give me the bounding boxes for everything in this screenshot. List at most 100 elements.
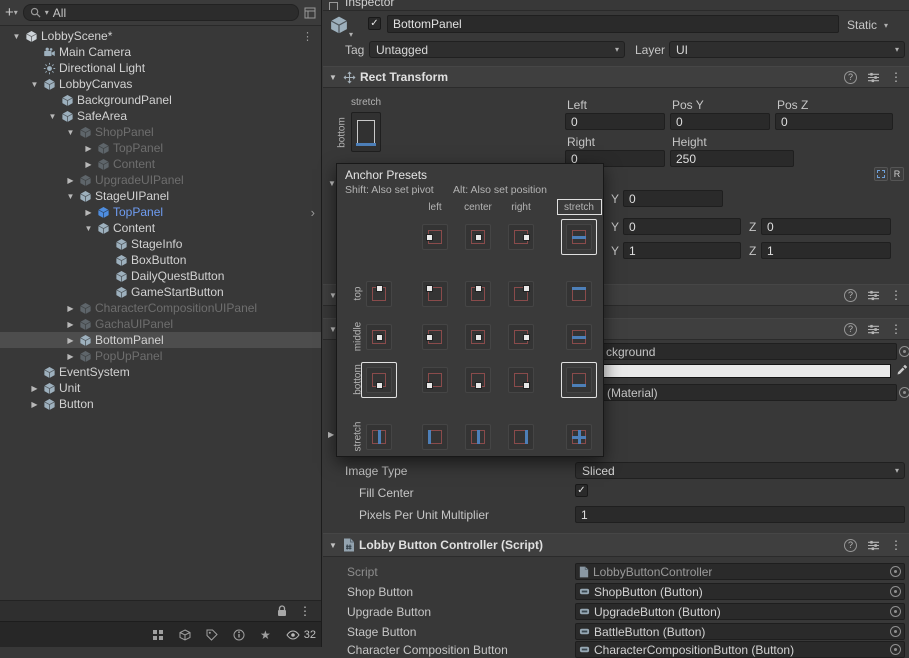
lobby-button-controller-header[interactable]: ▼ Lobby Button Controller (Script) ? ⋮ [323,533,909,557]
anchor-preset-none-left[interactable] [422,224,448,250]
tree-item-upgradeuipanel[interactable]: ▶ UpgradeUIPanel [0,172,321,188]
anchor-preset-none-right[interactable] [508,224,534,250]
foldout-expanded-icon[interactable]: ▼ [64,192,77,201]
anchor-preset-middle-center[interactable] [465,324,491,350]
tree-item-toppanel[interactable]: ▶ TopPanel › [0,204,321,220]
tag-icon[interactable] [206,629,218,641]
presets-icon[interactable] [867,540,880,551]
stage-button-object-field[interactable]: BattleButton (Button) [575,623,905,640]
anchor-preset-bottom-stretch[interactable] [566,367,592,393]
tree-item-gachauipanel[interactable]: ▶ GachaUIPanel [0,316,321,332]
ppu-field[interactable]: 1 [575,506,905,523]
scene-visibility-count[interactable]: 32 [286,629,316,641]
info-icon[interactable] [233,629,245,641]
foldout-collapsed-icon[interactable]: ▶ [82,144,95,153]
foldout-expanded-icon[interactable]: ▼ [82,224,95,233]
tree-item-gamestartbutton[interactable]: GameStartButton [0,284,321,300]
tree-item-bottompanel[interactable]: ▶ BottomPanel [0,332,321,348]
tree-item-directional-light[interactable]: Directional Light [0,60,321,76]
kebab-icon[interactable]: ⋮ [890,288,902,302]
foldout-expanded-icon[interactable]: ▼ [329,73,343,82]
scene-visibility-window-icon[interactable] [304,7,316,19]
hidden-foldout-icon[interactable]: ▶ [328,430,334,439]
static-caret-icon[interactable]: ▾ [884,21,888,30]
anchor-preset-middle-stretch[interactable] [566,324,592,350]
help-icon[interactable]: ? [844,70,857,84]
image-type-dropdown[interactable]: Sliced ▾ [575,462,905,479]
anchor-preset-bottom-left[interactable] [422,367,448,393]
foldout-collapsed-icon[interactable]: ▶ [28,384,41,393]
tree-item-backgroundpanel[interactable]: BackgroundPanel [0,92,321,108]
tag-dropdown[interactable]: Untagged ▾ [369,41,625,58]
kebab-icon[interactable]: ⋮ [890,70,902,84]
foldout-expanded-icon[interactable]: ▼ [28,80,41,89]
hierarchy-search-input[interactable]: ▾ All [22,4,299,21]
object-picker-icon[interactable] [899,346,909,357]
tree-item-content[interactable]: ▼ Content [0,220,321,236]
anchor-preset-top-left[interactable] [422,281,448,307]
lock-icon[interactable] [277,605,287,617]
anchors-foldout-icon[interactable]: ▼ [328,179,336,188]
fill-center-checkbox[interactable]: ✓ [575,484,588,497]
object-picker-icon[interactable] [890,626,901,637]
anchor-preset-none-stretch[interactable] [566,224,592,250]
create-menu-button[interactable]: + ▾ [5,5,18,20]
tree-item-charactercompositionuipanel[interactable]: ▶ CharacterCompositionUIPanel [0,300,321,316]
tree-item-toppanel[interactable]: ▶ TopPanel [0,140,321,156]
foldout-collapsed-icon[interactable]: ▶ [64,320,77,329]
object-picker-icon[interactable] [890,566,901,577]
help-icon[interactable]: ? [844,322,857,336]
tree-item-popuppanel[interactable]: ▶ PopUpPanel [0,348,321,364]
name-field[interactable] [387,15,839,33]
foldout-collapsed-icon[interactable]: ▶ [64,352,77,361]
foldout-collapsed-icon[interactable]: ▶ [82,160,95,169]
gameobject-icon[interactable] [329,15,349,35]
scale-z-field[interactable]: 1 [761,242,891,259]
tree-item-boxbutton[interactable]: BoxButton [0,252,321,268]
kebab-icon[interactable]: ⋮ [890,322,902,336]
foldout-expanded-icon[interactable]: ▼ [46,112,59,121]
eyedropper-icon[interactable] [896,364,908,376]
grid-icon[interactable] [152,629,164,641]
anchor-preset-stretch-stretch[interactable] [566,424,592,450]
object-picker-icon[interactable] [899,387,909,398]
foldout-collapsed-icon[interactable]: ▶ [28,400,41,409]
kebab-icon[interactable]: ⋮ [302,30,321,43]
anchor-preset-middle-left[interactable] [422,324,448,350]
foldout-collapsed-icon[interactable]: ▶ [64,336,77,345]
layer-dropdown[interactable]: UI ▾ [669,41,905,58]
anchor-preset-middle-right[interactable] [508,324,534,350]
tree-item-stageuipanel[interactable]: ▼ StageUIPanel [0,188,321,204]
anchor-preset-top-center[interactable] [465,281,491,307]
star-icon[interactable]: ★ [260,629,271,641]
rotation-z-field[interactable]: 0 [761,218,891,235]
foldout-expanded-icon[interactable]: ▼ [329,541,343,550]
pos-y-field[interactable]: 0 [670,113,770,130]
script-object-field[interactable]: LobbyButtonController [575,563,905,580]
anchor-preset-top-none[interactable] [366,281,392,307]
foldout-collapsed-icon[interactable]: ▶ [82,208,95,217]
anchor-preset-stretch-center[interactable] [465,424,491,450]
tree-item-lobbyscene[interactable]: ▼ LobbyScene* ⋮ [0,28,321,44]
gameobject-icon-caret[interactable]: ▾ [349,30,353,39]
anchor-preset-stretch-right[interactable] [508,424,534,450]
raw-edit-mode-button[interactable]: R [890,167,904,181]
anchor-preset-bottom-right[interactable] [508,367,534,393]
package-icon[interactable] [179,628,191,641]
foldout-collapsed-icon[interactable]: ▶ [64,176,77,185]
left-field[interactable]: 0 [565,113,665,130]
help-icon[interactable]: ? [844,538,857,552]
tree-item-shoppanel[interactable]: ▼ ShopPanel [0,124,321,140]
active-checkbox[interactable]: ✓ [368,17,381,30]
presets-icon[interactable] [867,324,880,335]
prefab-open-chevron-icon[interactable]: › [311,205,321,220]
pos-z-field[interactable]: 0 [775,113,893,130]
tree-item-button[interactable]: ▶ Button [0,396,321,412]
foldout-expanded-icon[interactable]: ▼ [64,128,77,137]
object-picker-icon[interactable] [890,644,901,655]
tree-item-dailyquestbutton[interactable]: DailyQuestButton [0,268,321,284]
character-composition-object-field[interactable]: CharacterCompositionButton (Button) [575,641,905,658]
anchor-preset-none-center[interactable] [465,224,491,250]
anchor-preset-middle-none[interactable] [366,324,392,350]
tree-item-stageinfo[interactable]: StageInfo [0,236,321,252]
